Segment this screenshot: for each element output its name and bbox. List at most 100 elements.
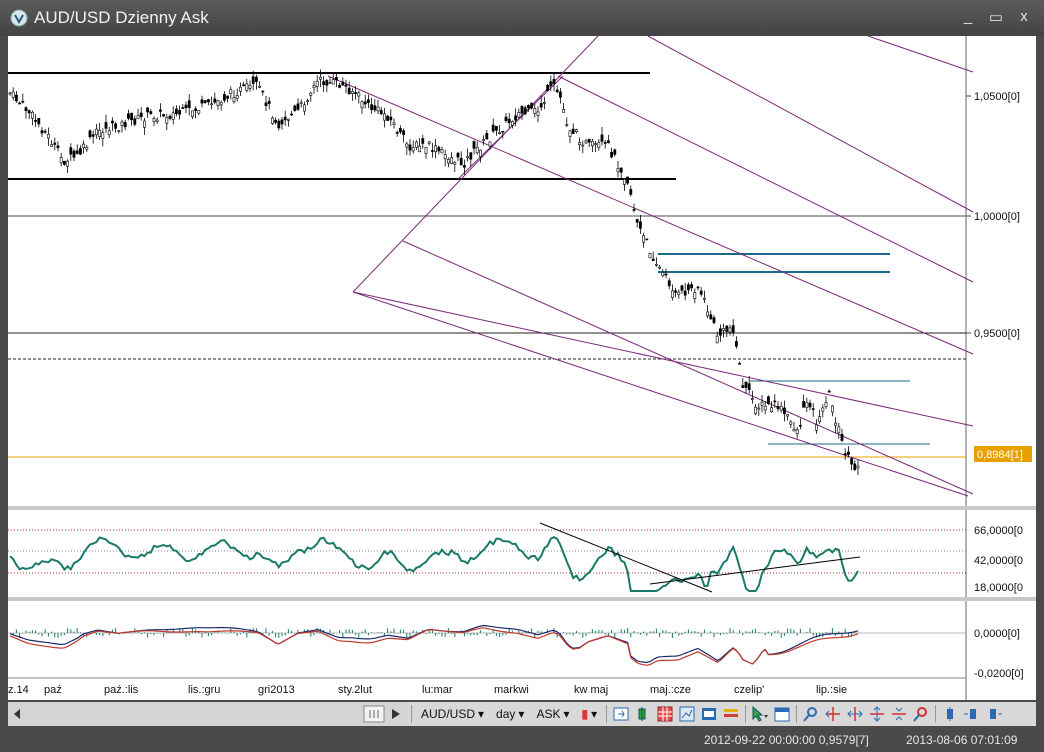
candle-body (127, 113, 130, 119)
candle-body (776, 406, 780, 409)
candle-body (853, 463, 857, 470)
panel-separator (8, 597, 1036, 601)
candle-body (270, 117, 274, 124)
candle-body (475, 147, 479, 153)
candle-body (414, 141, 418, 148)
candle-body (223, 94, 226, 101)
expand-horizontal-icon[interactable] (846, 705, 864, 723)
candle-body (149, 111, 153, 114)
candle-body (373, 105, 377, 111)
shift-chart-icon[interactable] (612, 705, 630, 723)
candle-body (795, 429, 799, 435)
candle-body (226, 95, 230, 99)
rsi-trendline-up[interactable] (649, 556, 861, 585)
expand-vertical-icon[interactable] (868, 705, 886, 723)
candle-body (184, 104, 188, 109)
candle-body (306, 100, 310, 102)
compress-vertical-icon[interactable] (890, 705, 908, 723)
title-bar[interactable]: AUD/USD Dzienny Ask _ ▭ x (0, 0, 1044, 36)
candle-body (552, 78, 556, 85)
candle-body (325, 79, 329, 86)
candle-body (462, 165, 466, 168)
candle-body (594, 143, 598, 145)
candle-body (581, 144, 585, 147)
candle-body (622, 179, 626, 185)
candle-body (219, 101, 223, 106)
chart-tools-icon[interactable] (678, 705, 696, 723)
candle-body (216, 100, 220, 107)
candle-body (741, 385, 745, 388)
candle-body (558, 91, 562, 98)
play-right-icon[interactable] (392, 709, 400, 719)
candle-body (546, 84, 550, 92)
candle-body (168, 115, 172, 119)
candle-body (635, 219, 639, 223)
candle-body (290, 113, 294, 116)
candle-body (411, 147, 415, 152)
candle-body (338, 84, 342, 88)
chart-canvas[interactable]: 1,0500[0] 1,0000[0] 0,9500[0] 0,8984[1] … (8, 35, 1036, 700)
candle-body (600, 134, 604, 142)
candle-body (245, 83, 249, 91)
close-button[interactable]: x (1014, 8, 1034, 25)
candle-body (408, 144, 412, 151)
candle-body (715, 335, 719, 344)
period-select[interactable]: day ▾ (490, 703, 530, 725)
candle-body (79, 148, 82, 155)
candle-body (766, 396, 770, 404)
candle-body (645, 238, 649, 241)
candle-body (792, 428, 796, 432)
price-label-3: 0,9500[0] (974, 328, 1020, 340)
crosshair-icon[interactable] (824, 705, 842, 723)
price-label-1: 1,0500[0] (974, 91, 1020, 103)
toolbar-separator (935, 705, 937, 723)
grid-icon[interactable] (656, 705, 674, 723)
price-label-2: 1,0000[0] (974, 211, 1020, 223)
candle-body (453, 162, 457, 165)
candle-body (690, 284, 694, 289)
candle-body (37, 117, 41, 125)
candle-type-select[interactable]: ▮ ▾ (575, 703, 603, 725)
side-select[interactable]: ASK ▾ (530, 703, 575, 725)
candle-body (706, 311, 710, 317)
candle-body (827, 390, 831, 393)
candle-body (85, 146, 89, 150)
candle-body (616, 168, 620, 173)
candle-body (181, 107, 185, 109)
candle-body (418, 145, 422, 153)
candle-body (507, 118, 511, 124)
calendar-icon[interactable] (773, 705, 791, 723)
candle-body (392, 122, 396, 125)
candle-body (331, 79, 335, 85)
candle-body (309, 92, 313, 96)
candle-body (446, 158, 450, 164)
template-icon[interactable] (700, 705, 718, 723)
candle-body (18, 102, 22, 105)
candle-left-icon[interactable] (963, 705, 981, 723)
minimize-button[interactable]: _ (958, 8, 978, 25)
candle-body (328, 82, 332, 84)
zoom-out-icon[interactable] (912, 705, 930, 723)
time-label: gri2013 (258, 684, 295, 696)
candle-body (584, 140, 588, 144)
candle-body (613, 149, 617, 155)
cursor-icon[interactable] (751, 705, 769, 723)
maximize-button[interactable]: ▭ (986, 8, 1006, 26)
zoom-icon[interactable] (802, 705, 820, 723)
candle-right-icon[interactable] (985, 705, 1003, 723)
scroll-left-icon[interactable] (14, 709, 20, 719)
candle-body (178, 109, 182, 115)
candle-body (50, 144, 54, 147)
horizontal-scrollbar[interactable] (8, 702, 408, 726)
candle-body (402, 130, 406, 135)
candle-body (296, 103, 300, 110)
dropdown-arrow-icon: ▾ (518, 707, 525, 721)
candle-body (798, 425, 802, 427)
candle-select-icon[interactable] (941, 705, 959, 723)
indicators-icon[interactable] (722, 705, 740, 723)
candle-body (824, 402, 828, 408)
instrument-select[interactable]: AUD/USD ▾ (415, 703, 490, 725)
bar-chart-icon[interactable] (634, 705, 652, 723)
chart-area[interactable]: 1,0500[0] 1,0000[0] 0,9500[0] 0,8984[1] … (8, 35, 1036, 700)
candle-body (318, 77, 322, 80)
